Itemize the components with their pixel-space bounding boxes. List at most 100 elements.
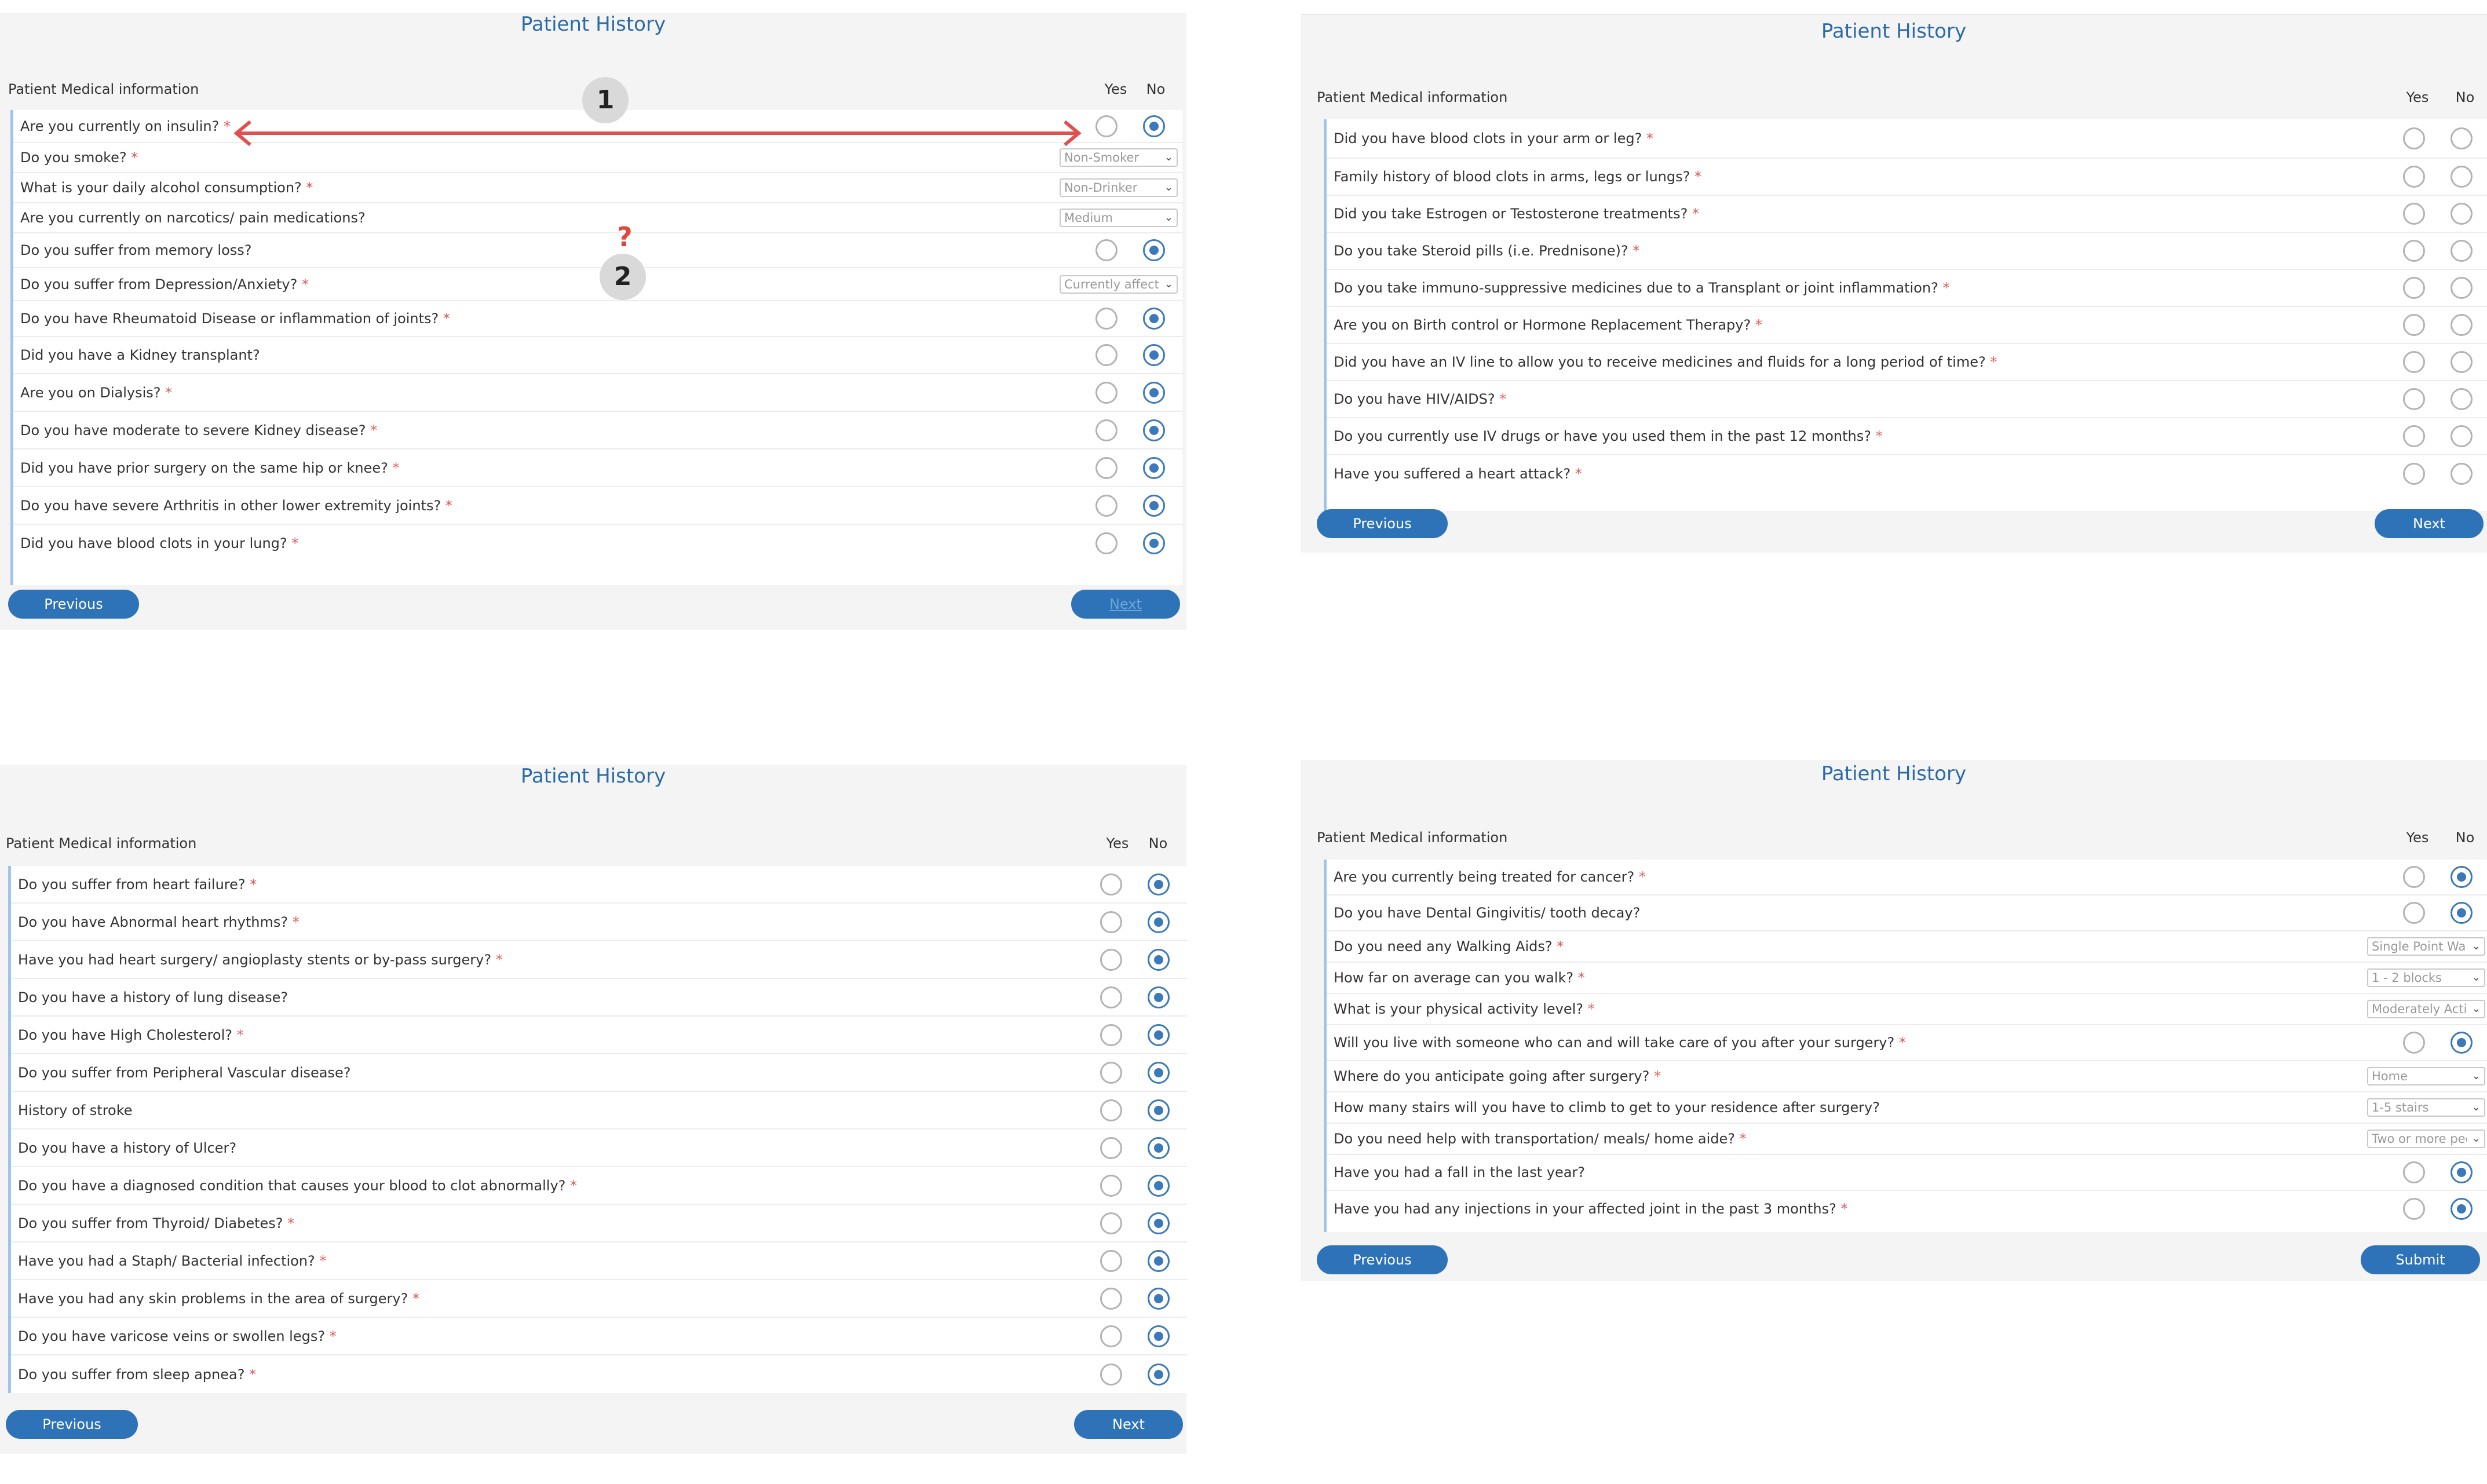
- next-button[interactable]: Next: [1071, 590, 1180, 619]
- yes-radio[interactable]: [2403, 388, 2425, 410]
- answer-select[interactable]: Non-Drinker ⌄: [1060, 178, 1178, 197]
- yes-radio[interactable]: [1100, 1099, 1122, 1121]
- required-asterisk: *: [1875, 428, 1883, 444]
- answer-select[interactable]: Currently affected ⌄: [1060, 275, 1178, 294]
- no-radio[interactable]: [1148, 1363, 1170, 1386]
- yes-radio[interactable]: [2403, 277, 2425, 299]
- yes-radio[interactable]: [1095, 115, 1117, 137]
- yes-radio[interactable]: [2403, 166, 2425, 188]
- yes-radio[interactable]: [1100, 1174, 1122, 1197]
- yes-radio[interactable]: [1095, 494, 1117, 517]
- no-radio[interactable]: [2451, 388, 2473, 410]
- yes-radio[interactable]: [1095, 456, 1117, 479]
- no-radio[interactable]: [1143, 419, 1165, 441]
- answer-select[interactable]: Medium ⌄: [1060, 209, 1178, 227]
- no-radio[interactable]: [1143, 381, 1165, 404]
- no-radio[interactable]: [1148, 1024, 1170, 1046]
- next-button[interactable]: Next: [2375, 509, 2484, 538]
- no-radio[interactable]: [1143, 115, 1165, 137]
- yes-radio[interactable]: [1100, 986, 1122, 1008]
- no-radio[interactable]: [1143, 494, 1165, 517]
- yes-radio[interactable]: [1100, 873, 1122, 895]
- answer-select[interactable]: Two or more people ⌄: [2367, 1130, 2485, 1148]
- chevron-down-icon: ⌄: [2471, 1101, 2481, 1113]
- yes-radio[interactable]: [1095, 381, 1117, 404]
- answer-select[interactable]: 1 - 2 blocks ⌄: [2367, 968, 2485, 987]
- yes-radio[interactable]: [2403, 902, 2425, 924]
- yes-radio[interactable]: [1095, 239, 1117, 261]
- no-radio[interactable]: [2451, 1161, 2473, 1183]
- question-text: Did you have blood clots in your lung? *: [20, 535, 298, 551]
- yes-radio[interactable]: [1095, 419, 1117, 441]
- yes-radio[interactable]: [1095, 532, 1117, 554]
- yes-radio[interactable]: [1095, 308, 1117, 330]
- yes-radio[interactable]: [2403, 203, 2425, 225]
- yes-radio[interactable]: [1100, 1061, 1122, 1084]
- no-radio[interactable]: [1148, 873, 1170, 895]
- answer-select[interactable]: Moderately Active ⌄: [2367, 1000, 2485, 1018]
- no-radio[interactable]: [2451, 277, 2473, 299]
- answer-select[interactable]: Non-Smoker ⌄: [1060, 148, 1178, 167]
- no-radio[interactable]: [2451, 351, 2473, 373]
- no-radio[interactable]: [1148, 1325, 1170, 1347]
- no-radio[interactable]: [1148, 911, 1170, 933]
- previous-button[interactable]: Previous: [1317, 1245, 1448, 1274]
- yes-radio[interactable]: [2403, 127, 2425, 149]
- no-radio[interactable]: [1148, 986, 1170, 1008]
- no-radio[interactable]: [1143, 239, 1165, 261]
- yes-radio[interactable]: [1100, 1212, 1122, 1234]
- no-radio[interactable]: [2451, 902, 2473, 924]
- answer-select[interactable]: Single Point Walker ⌄: [2367, 937, 2485, 956]
- yes-radio[interactable]: [1100, 1325, 1122, 1347]
- yes-radio[interactable]: [2403, 866, 2425, 888]
- no-radio[interactable]: [2451, 166, 2473, 188]
- no-radio[interactable]: [2451, 240, 2473, 262]
- no-radio[interactable]: [1148, 1099, 1170, 1121]
- yes-radio[interactable]: [2403, 463, 2425, 485]
- no-radio[interactable]: [2451, 314, 2473, 336]
- no-radio[interactable]: [1148, 1287, 1170, 1310]
- no-radio[interactable]: [1148, 1061, 1170, 1084]
- no-radio[interactable]: [2451, 463, 2473, 485]
- yes-radio[interactable]: [2403, 314, 2425, 336]
- previous-button[interactable]: Previous: [1317, 509, 1448, 538]
- no-radio[interactable]: [1148, 1136, 1170, 1159]
- no-radio[interactable]: [1143, 532, 1165, 554]
- yes-radio[interactable]: [1100, 948, 1122, 971]
- no-radio[interactable]: [2451, 1197, 2473, 1220]
- no-radio[interactable]: [2451, 203, 2473, 225]
- no-radio[interactable]: [1148, 1212, 1170, 1234]
- yes-radio[interactable]: [1100, 1024, 1122, 1046]
- no-radio[interactable]: [1143, 456, 1165, 479]
- yes-radio[interactable]: [2403, 240, 2425, 262]
- no-radio[interactable]: [1148, 1249, 1170, 1272]
- no-radio[interactable]: [2451, 127, 2473, 149]
- no-radio[interactable]: [1143, 308, 1165, 330]
- question-text: Are you currently on insulin? *: [20, 118, 231, 134]
- next-button[interactable]: Next: [1074, 1410, 1183, 1439]
- answer-select[interactable]: Home ⌄: [2367, 1067, 2485, 1085]
- yes-radio[interactable]: [2403, 1032, 2425, 1054]
- no-radio[interactable]: [1143, 344, 1165, 366]
- previous-button[interactable]: Previous: [8, 590, 139, 619]
- answer-select[interactable]: 1-5 stairs ⌄: [2367, 1098, 2485, 1117]
- no-radio[interactable]: [2451, 1032, 2473, 1054]
- question-label: What is your daily alcohol consumption?: [20, 180, 302, 196]
- yes-radio[interactable]: [1100, 1287, 1122, 1310]
- yes-radio[interactable]: [1100, 1136, 1122, 1159]
- yes-radio[interactable]: [2403, 1161, 2425, 1183]
- no-radio[interactable]: [2451, 425, 2473, 447]
- no-radio[interactable]: [1148, 948, 1170, 971]
- yes-radio[interactable]: [1095, 344, 1117, 366]
- question-row: Do you have a diagnosed condition that c…: [11, 1167, 1187, 1205]
- yes-radio[interactable]: [2403, 425, 2425, 447]
- submit-button[interactable]: Submit: [2361, 1245, 2480, 1274]
- yes-radio[interactable]: [1100, 1249, 1122, 1272]
- no-radio[interactable]: [1148, 1174, 1170, 1197]
- no-radio[interactable]: [2451, 866, 2473, 888]
- yes-radio[interactable]: [2403, 351, 2425, 373]
- yes-radio[interactable]: [2403, 1197, 2425, 1220]
- yes-radio[interactable]: [1100, 1363, 1122, 1386]
- previous-button[interactable]: Previous: [6, 1410, 138, 1439]
- yes-radio[interactable]: [1100, 911, 1122, 933]
